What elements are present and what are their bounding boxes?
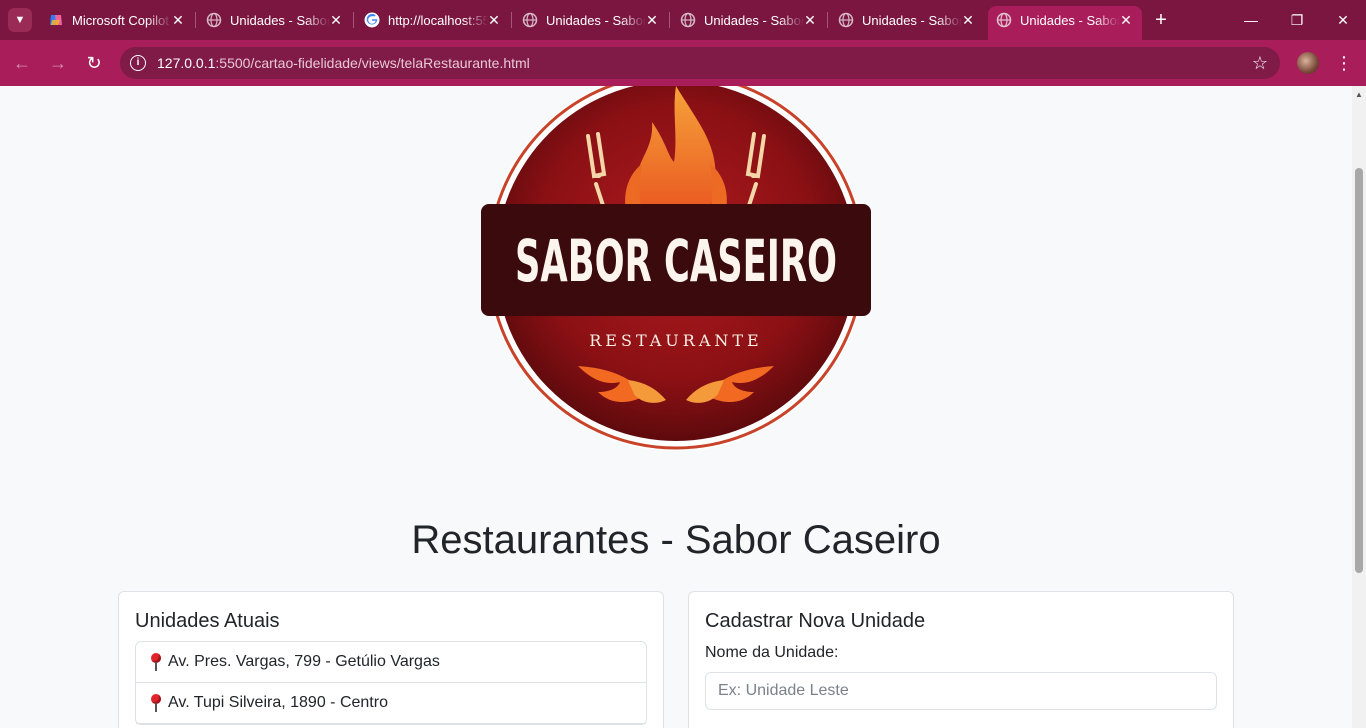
page-title: Restaurantes - Sabor Caseiro: [411, 518, 941, 562]
close-icon[interactable]: ✕: [170, 12, 186, 28]
tab-title: Unidades - Sabor Caseiro: [546, 12, 646, 28]
chevron-down-icon: ▼: [14, 14, 26, 26]
tab-unidades-active[interactable]: Unidades - Sabor Caseiro ✕: [988, 6, 1142, 40]
tab-localhost[interactable]: http://localhost:5500 ✕: [356, 6, 510, 34]
tab-title: Unidades - Sabor Caseiro: [230, 12, 330, 28]
tab-unidades-1[interactable]: Unidades - Sabor Caseiro ✕: [198, 6, 352, 34]
browser-toolbar: ← → ↻ i 127.0.0.1:5500/cartao-fidelidade…: [0, 40, 1366, 86]
unit-address: Av. Tupi Silveira, 1890 - Centro: [168, 694, 388, 711]
scroll-thumb[interactable]: [1355, 168, 1363, 573]
new-tab-button[interactable]: +: [1150, 10, 1172, 32]
address-bar[interactable]: i 127.0.0.1:5500/cartao-fidelidade/views…: [120, 47, 1280, 79]
reload-button[interactable]: ↻: [82, 51, 106, 75]
units-card: Unidades Atuais Av. Pres. Vargas, 799 - …: [118, 591, 664, 728]
list-item: Av. Tupi Silveira, 1890 - Centro: [136, 683, 646, 724]
close-icon[interactable]: ✕: [328, 12, 344, 28]
profile-avatar[interactable]: [1297, 52, 1319, 74]
restore-button[interactable]: ❐: [1274, 8, 1320, 32]
logo-subtitle: RESTAURANTE: [589, 331, 762, 350]
tab-title: Microsoft Copilot: [72, 12, 169, 28]
bookmark-star-icon[interactable]: ☆: [1252, 53, 1268, 74]
restore-icon: ❐: [1290, 12, 1304, 28]
register-card: Cadastrar Nova Unidade Nome da Unidade:: [688, 591, 1234, 728]
url-text[interactable]: 127.0.0.1:5500/cartao-fidelidade/views/t…: [157, 55, 530, 71]
close-icon[interactable]: ✕: [486, 12, 502, 28]
sabor-caseiro-logo: SABOR CASEIRO RESTAURANTE: [481, 86, 871, 451]
close-icon[interactable]: ✕: [644, 12, 660, 28]
close-icon[interactable]: ✕: [802, 12, 818, 28]
arrow-right-icon: →: [49, 53, 67, 73]
globe-icon: [680, 12, 696, 28]
back-button[interactable]: ←: [10, 51, 34, 75]
tab-strip: ▼ Microsoft Copilot ✕ Unidades - Sabor C…: [0, 0, 1366, 40]
register-heading: Cadastrar Nova Unidade: [705, 610, 926, 632]
tab-unidades-2[interactable]: Unidades - Sabor Caseiro ✕: [514, 6, 668, 34]
tab-title: Unidades - Sabor Caseiro: [1020, 12, 1120, 28]
minimize-icon: —: [1244, 12, 1258, 28]
site-info-icon[interactable]: i: [130, 55, 146, 71]
tab-unidades-3[interactable]: Unidades - Sabor Caseiro ✕: [672, 6, 826, 34]
units-heading: Unidades Atuais: [135, 610, 280, 632]
minimize-button[interactable]: —: [1228, 8, 1274, 32]
scroll-up-icon[interactable]: ▲: [1354, 90, 1364, 100]
menu-kebab-icon[interactable]: ⋮: [1334, 51, 1354, 75]
tab-unidades-4[interactable]: Unidades - Sabor Caseiro ✕: [830, 6, 984, 34]
units-list: Av. Pres. Vargas, 799 - Getúlio Vargas A…: [135, 641, 647, 725]
close-icon[interactable]: ✕: [960, 12, 976, 28]
tab-copilot[interactable]: Microsoft Copilot ✕: [40, 6, 194, 34]
unit-address: Av. Pres. Vargas, 799 - Getúlio Vargas: [168, 653, 440, 670]
page-scrollbar[interactable]: ▲: [1352, 86, 1366, 728]
reload-icon: ↻: [86, 53, 102, 73]
logo-title: SABOR CASEIRO: [515, 227, 837, 295]
pin-icon: [150, 653, 162, 671]
page-viewport: SABOR CASEIRO RESTAURANTE Restaurantes -…: [0, 86, 1352, 728]
unit-name-input[interactable]: [705, 672, 1217, 710]
globe-icon: [996, 12, 1012, 28]
tab-title: Unidades - Sabor Caseiro: [862, 12, 962, 28]
google-icon: [364, 12, 380, 28]
close-icon[interactable]: ✕: [1118, 12, 1134, 28]
globe-icon: [838, 12, 854, 28]
forward-button[interactable]: →: [46, 51, 70, 75]
plus-icon: +: [1155, 9, 1167, 31]
close-window-button[interactable]: ✕: [1320, 8, 1366, 32]
globe-icon: [206, 12, 222, 28]
tab-search-button[interactable]: ▼: [8, 8, 32, 32]
arrow-left-icon: ←: [13, 53, 31, 73]
pin-icon: [150, 694, 162, 712]
globe-icon: [522, 12, 538, 28]
tab-title: http://localhost:5500: [388, 12, 488, 28]
unit-name-label: Nome da Unidade:: [705, 644, 839, 661]
copilot-icon: [48, 12, 64, 28]
close-icon: ✕: [1337, 12, 1349, 28]
list-item: Av. Pres. Vargas, 799 - Getúlio Vargas: [136, 642, 646, 683]
tab-title: Unidades - Sabor Caseiro: [704, 12, 804, 28]
